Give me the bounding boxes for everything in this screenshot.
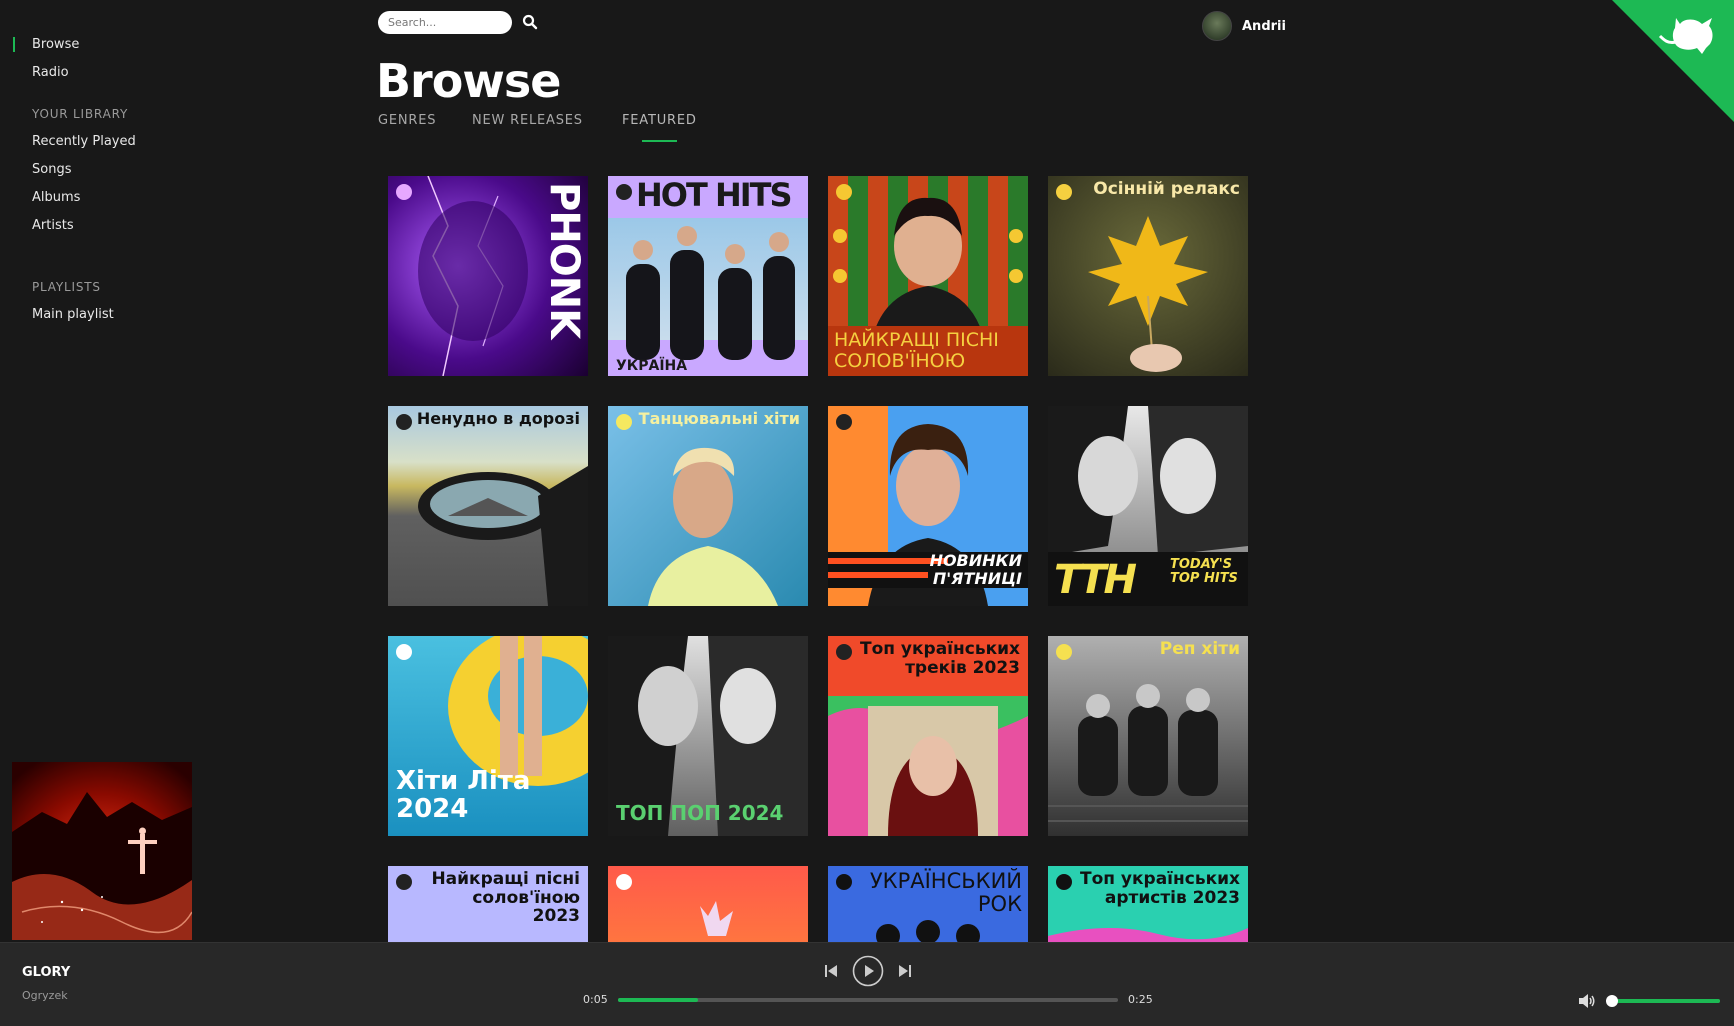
card-subtitle: УКРАЇНА <box>616 357 688 374</box>
volume-track <box>1608 999 1720 1003</box>
featured-playlist-grid: PHONK HOT HITS УКРАЇНА НАЙКРАЩІ ПІСНІ СО… <box>388 176 1248 942</box>
card-title: ТОП ПОП 2024 <box>616 801 784 825</box>
playlist-card-top-ukrainskykh-artystiv[interactable]: Топ українських артистів 2023 <box>1048 866 1248 942</box>
tab-genres[interactable]: GENRES <box>378 113 436 128</box>
playlist-card-summer[interactable] <box>608 866 808 942</box>
sidebar-item-browse[interactable]: Browse <box>12 37 79 52</box>
search-input[interactable] <box>378 11 512 34</box>
current-time: 0:05 <box>583 993 608 1006</box>
sidebar-item-albums[interactable]: Albums <box>32 190 80 205</box>
sidebar-item-radio[interactable]: Radio <box>32 65 69 80</box>
playlist-card-novynky-piatnytsi[interactable]: НОВИНКИ П'ЯТНИЦІ <box>828 406 1028 606</box>
track-title: GLORY <box>22 965 71 980</box>
volume-knob[interactable] <box>1606 995 1619 1007</box>
playlists-section-label: PLAYLISTS <box>32 280 101 294</box>
track-artist[interactable]: Ogryzek <box>22 989 68 1002</box>
progress-fill <box>618 998 698 1002</box>
playlist-card-top-ukrainskykh-trekiv[interactable]: Топ українських треків 2023 <box>828 636 1028 836</box>
playlist-card-top-pop-2024[interactable]: ТОП ПОП 2024 <box>608 636 808 836</box>
playlist-card-todays-top-hits[interactable]: TTH TODAY'S TOP HITS <box>1048 406 1248 606</box>
play-icon <box>852 955 884 987</box>
playlist-card-tantsiuvalni-khity[interactable]: Танцювальні хіти <box>608 406 808 606</box>
next-track-button[interactable] <box>898 963 912 983</box>
playlist-card-rep-khity[interactable]: Реп хіти <box>1048 636 1248 836</box>
card-title: Найкращі пісні солов'їною 2023 <box>431 869 580 927</box>
card-title: Хіти Літа 2024 <box>396 765 531 825</box>
card-title: PHONK <box>541 182 587 339</box>
playlist-card-naikrashchi[interactable]: НАЙКРАЩІ ПІСНІ СОЛОВ'ЇНОЮ <box>828 176 1028 376</box>
avatar <box>1202 11 1232 41</box>
search-icon[interactable] <box>522 14 538 30</box>
playlist-card-naikrashchi-2023[interactable]: Найкращі пісні солов'їною 2023 <box>388 866 588 942</box>
progress-bar[interactable] <box>618 998 1118 1002</box>
card-title: НОВИНКИ П'ЯТНИЦІ <box>929 551 1022 588</box>
playlist-card-nenudno-v-dorozi[interactable]: Ненудно в дорозі <box>388 406 588 606</box>
sidebar-item-recently-played[interactable]: Recently Played <box>32 134 136 149</box>
card-title: TODAY'S TOP HITS <box>1170 557 1238 587</box>
player-bar: GLORY Ogryzek 0:05 0:25 <box>0 942 1734 1026</box>
volume-slider[interactable] <box>1606 995 1720 1007</box>
sidebar-item-artists[interactable]: Artists <box>32 218 74 233</box>
playlist-card-osinnii-relaks[interactable]: Осінній релакс <box>1048 176 1248 376</box>
card-logo-text: TTH <box>1054 557 1137 603</box>
playlist-card-khity-lita[interactable]: Хіти Літа 2024 <box>388 636 588 836</box>
duration: 0:25 <box>1128 993 1153 1006</box>
github-corner-badge[interactable] <box>1612 0 1734 122</box>
playlist-card-hot-hits[interactable]: HOT HITS УКРАЇНА <box>608 176 808 376</box>
tab-featured[interactable]: FEATURED <box>622 113 697 142</box>
card-title: НАЙКРАЩІ ПІСНІ СОЛОВ'ЇНОЮ <box>828 326 1028 376</box>
page-title: Browse <box>376 54 561 108</box>
tab-new-releases[interactable]: NEW RELEASES <box>472 113 583 128</box>
sidebar-item-main-playlist[interactable]: Main playlist <box>32 307 114 322</box>
skip-forward-icon <box>899 965 911 977</box>
user-name: Andrii <box>1242 18 1286 34</box>
play-button[interactable] <box>852 955 884 991</box>
playlist-card-ukrainskyi-rok[interactable]: УКРАЇНСЬКИЙ РОК <box>828 866 1028 942</box>
user-menu[interactable]: Andrii <box>1202 11 1286 41</box>
volume-icon[interactable] <box>1578 993 1596 1009</box>
spotify-logo-icon <box>396 874 412 890</box>
previous-track-button[interactable] <box>824 963 838 983</box>
skip-back-icon <box>825 965 837 977</box>
sidebar-item-songs[interactable]: Songs <box>32 162 71 177</box>
now-playing-artwork <box>12 762 192 940</box>
playlist-card-phonk[interactable]: PHONK <box>388 176 588 376</box>
library-section-label: YOUR LIBRARY <box>32 107 129 121</box>
